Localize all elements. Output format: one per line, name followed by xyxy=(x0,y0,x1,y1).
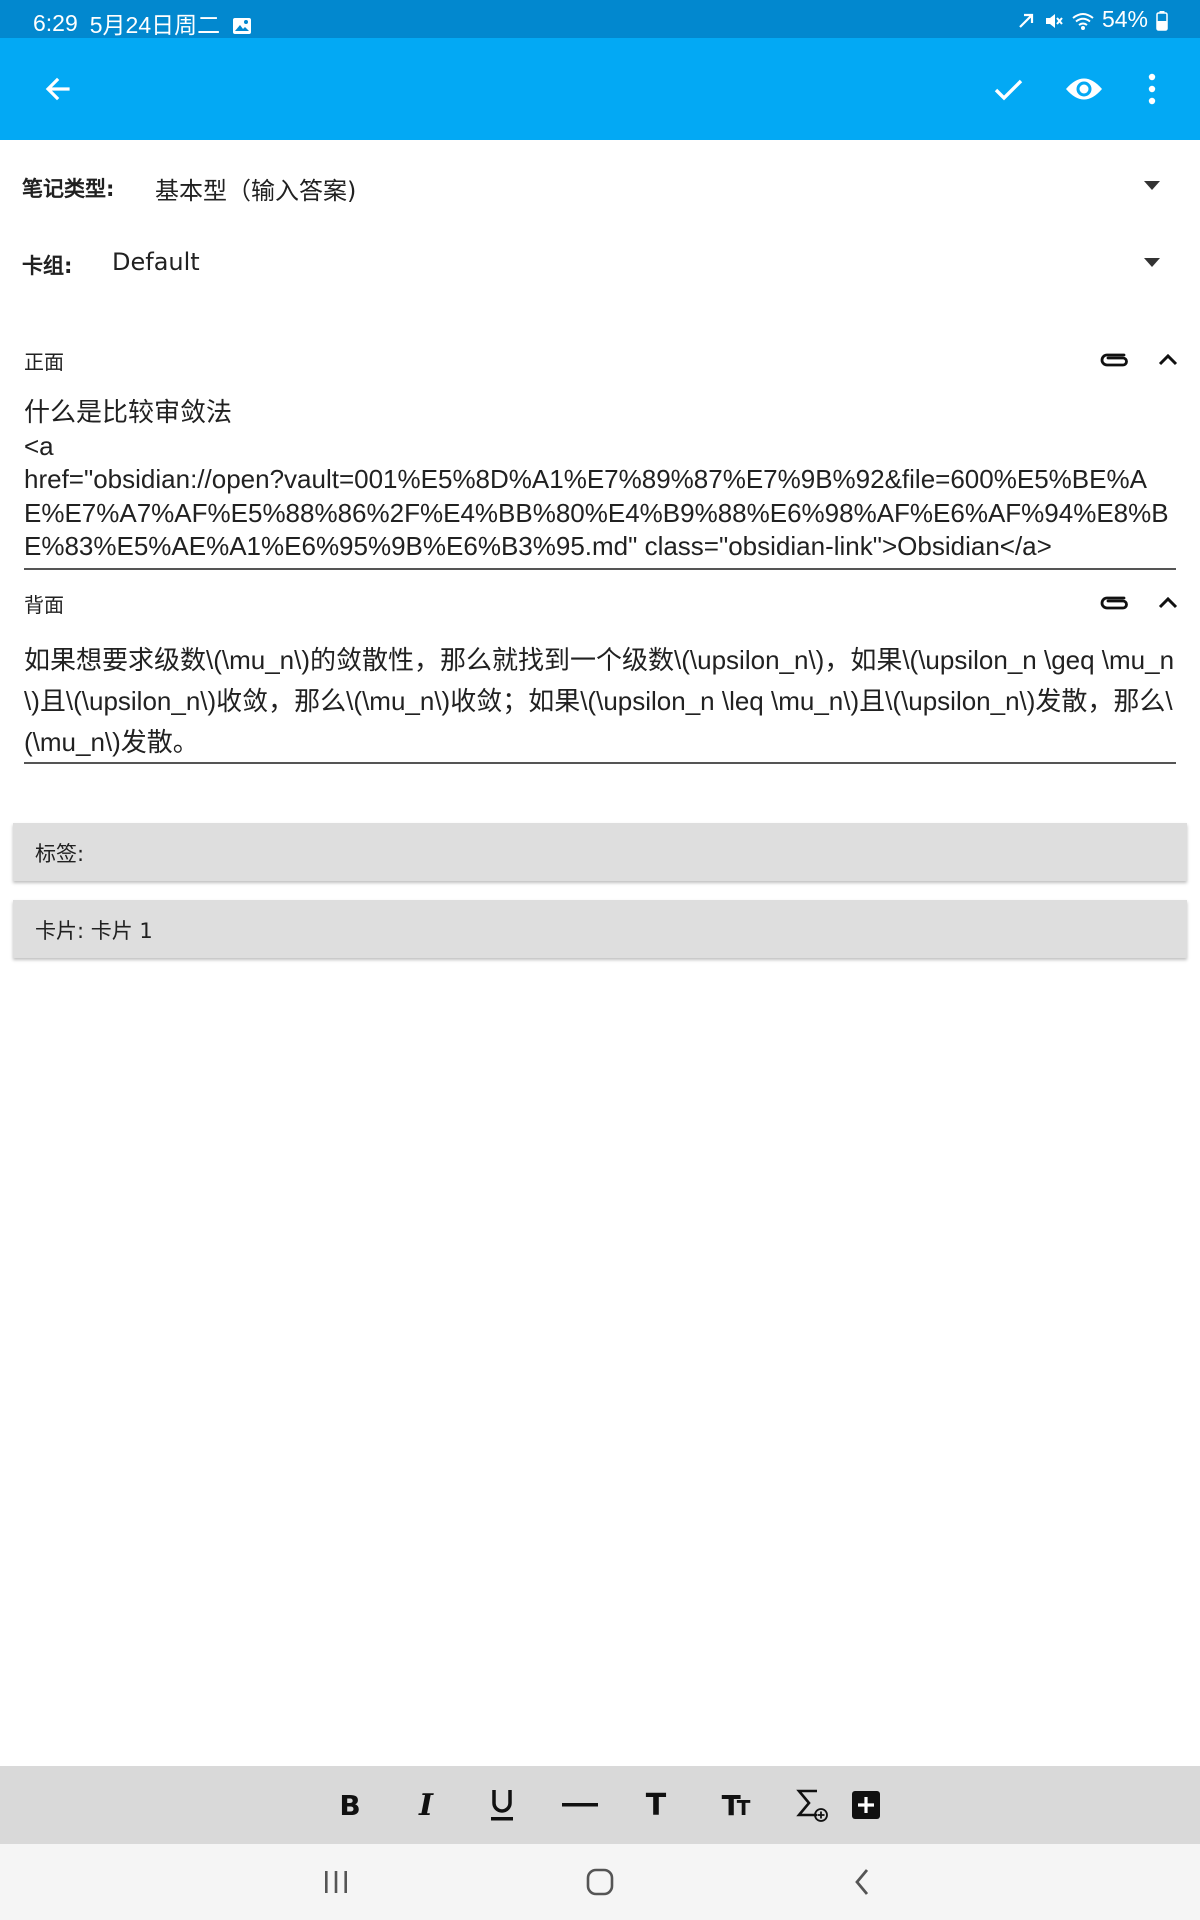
dropdown-arrow-icon xyxy=(1144,181,1160,190)
text-size-icon[interactable]: T xyxy=(632,1782,680,1828)
app-bar xyxy=(0,38,1200,140)
cards-label: 卡片: 卡片 1 xyxy=(35,919,153,943)
tags-label: 标签: xyxy=(35,842,85,866)
cards-button[interactable]: 卡片: 卡片 1 xyxy=(13,900,1187,958)
attachment-clip-icon[interactable] xyxy=(1096,342,1132,378)
field-name-front: 正面 xyxy=(24,350,64,374)
wifi-icon xyxy=(1072,10,1094,30)
recent-apps-icon[interactable] xyxy=(306,1858,366,1906)
field-header-back: 背面 xyxy=(0,577,1200,627)
checkmark-icon[interactable] xyxy=(982,63,1034,115)
deck-selector[interactable]: 卡组: Default xyxy=(0,234,1200,294)
bold-icon[interactable]: B xyxy=(326,1782,374,1828)
font-size-icon[interactable]: TT xyxy=(710,1782,758,1828)
home-icon[interactable] xyxy=(570,1858,630,1906)
deck-value: Default xyxy=(112,248,200,276)
status-time: 6:29 xyxy=(33,9,78,36)
mute-icon xyxy=(1044,10,1064,30)
tags-button[interactable]: 标签: xyxy=(13,823,1187,881)
field-editor-front[interactable]: 什么是比较审敛法 <a href="obsidian://open?vault=… xyxy=(24,396,1176,570)
add-box-icon[interactable] xyxy=(842,1782,890,1828)
sync-icon xyxy=(1016,10,1036,30)
collapse-chevron-icon[interactable] xyxy=(1148,340,1188,380)
more-vert-icon[interactable] xyxy=(1126,63,1178,115)
math-sigma-icon[interactable] xyxy=(788,1782,836,1828)
battery-icon xyxy=(1156,10,1168,31)
note-type-label: 笔记类型: xyxy=(22,177,115,201)
format-toolbar: B I T TT xyxy=(0,1766,1200,1844)
field-editor-back[interactable]: 如果想要求级数\(\mu_n\)的敛散性，那么就找到一个级数\(\upsilon… xyxy=(24,640,1176,764)
horizontal-rule-icon[interactable] xyxy=(556,1782,604,1828)
deck-label: 卡组: xyxy=(22,254,73,278)
battery-percent: 54% xyxy=(1101,6,1148,32)
preview-eye-icon[interactable] xyxy=(1058,63,1110,115)
field-header-front: 正面 xyxy=(0,334,1200,384)
system-nav-bar xyxy=(0,1844,1200,1920)
field-name-back: 背面 xyxy=(24,593,64,617)
italic-icon[interactable]: I xyxy=(402,1782,450,1828)
note-type-value: 基本型（输入答案) xyxy=(155,177,357,205)
dropdown-arrow-icon xyxy=(1144,258,1160,267)
underline-icon[interactable] xyxy=(478,1782,526,1828)
gallery-icon xyxy=(232,14,252,34)
back-arrow-icon[interactable] xyxy=(32,63,84,115)
back-icon[interactable] xyxy=(832,1858,892,1906)
status-date: 5月24日周二 xyxy=(89,12,221,38)
status-bar: 6:29 5月24日周二 54% xyxy=(0,0,1200,38)
collapse-chevron-icon[interactable] xyxy=(1148,583,1188,623)
note-type-selector[interactable]: 笔记类型: 基本型（输入答案) xyxy=(0,157,1200,217)
attachment-clip-icon[interactable] xyxy=(1096,585,1132,621)
